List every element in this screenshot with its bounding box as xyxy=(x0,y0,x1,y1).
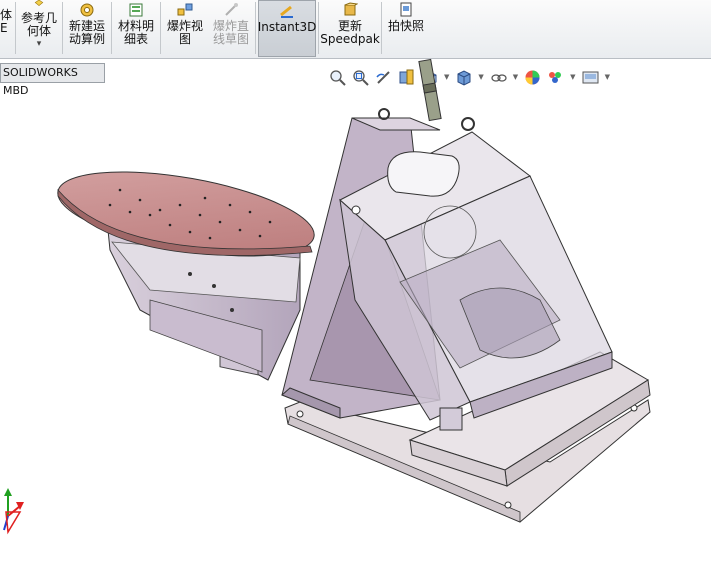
reference-geometry-icon xyxy=(34,0,44,7)
partial-tool-button[interactable]: 体 E xyxy=(0,0,14,57)
exploded-view-label-2: 图 xyxy=(178,32,191,46)
instant3d-button[interactable]: Instant3D xyxy=(258,0,316,57)
snapshot-icon xyxy=(400,2,412,17)
ribbon-separator xyxy=(15,2,16,54)
snapshot-label: 拍快照 xyxy=(387,19,424,33)
graphics-area[interactable] xyxy=(0,58,711,576)
motion-study-label-2: 动算例 xyxy=(68,32,105,46)
new-motion-study-button[interactable]: 新建运 动算例 xyxy=(65,0,109,57)
bill-of-materials-button[interactable]: 材料明 细表 xyxy=(114,0,158,57)
reference-geometry-button[interactable]: 参考几 何体 ▾ xyxy=(18,0,60,57)
motion-study-icon xyxy=(80,3,94,17)
exploded-view-icon xyxy=(177,3,193,16)
ribbon-separator xyxy=(318,2,319,54)
cable-connector[interactable] xyxy=(418,58,442,122)
bom-label-2: 细表 xyxy=(123,32,148,46)
coordinate-triad xyxy=(3,488,24,535)
explode-line-sketch-button[interactable]: 爆炸直 线草图 xyxy=(209,0,253,57)
speedpak-icon xyxy=(344,2,358,16)
instant3d-label: Instant3D xyxy=(257,20,317,34)
reference-geometry-label-2: 何体 xyxy=(26,24,51,38)
explode-line-label-2: 线草图 xyxy=(212,32,249,46)
update-speedpak-button[interactable]: 更新 Speedpak xyxy=(320,0,380,57)
ribbon-separator xyxy=(255,2,256,54)
bill-of-materials-icon xyxy=(129,3,143,17)
ribbon-separator xyxy=(62,2,63,54)
instant3d-icon xyxy=(280,5,293,18)
ribbon-separator xyxy=(160,2,161,54)
ribbon-separator xyxy=(111,2,112,54)
take-snapshot-button[interactable]: 拍快照 xyxy=(384,0,428,57)
explode-line-sketch-icon xyxy=(225,3,238,16)
exploded-view-button[interactable]: 爆炸视 图 xyxy=(163,0,207,57)
speedpak-label-2: Speedpak xyxy=(320,32,380,46)
partial-tool-label-2: E xyxy=(0,21,8,35)
ribbon-separator xyxy=(381,2,382,54)
chevron-down-icon[interactable]: ▾ xyxy=(37,38,42,51)
command-manager-ribbon: 体 E 参考几 何体 ▾ 新建运 动算例 材料明 细表 爆炸视 图 爆炸直 线草… xyxy=(0,0,711,59)
